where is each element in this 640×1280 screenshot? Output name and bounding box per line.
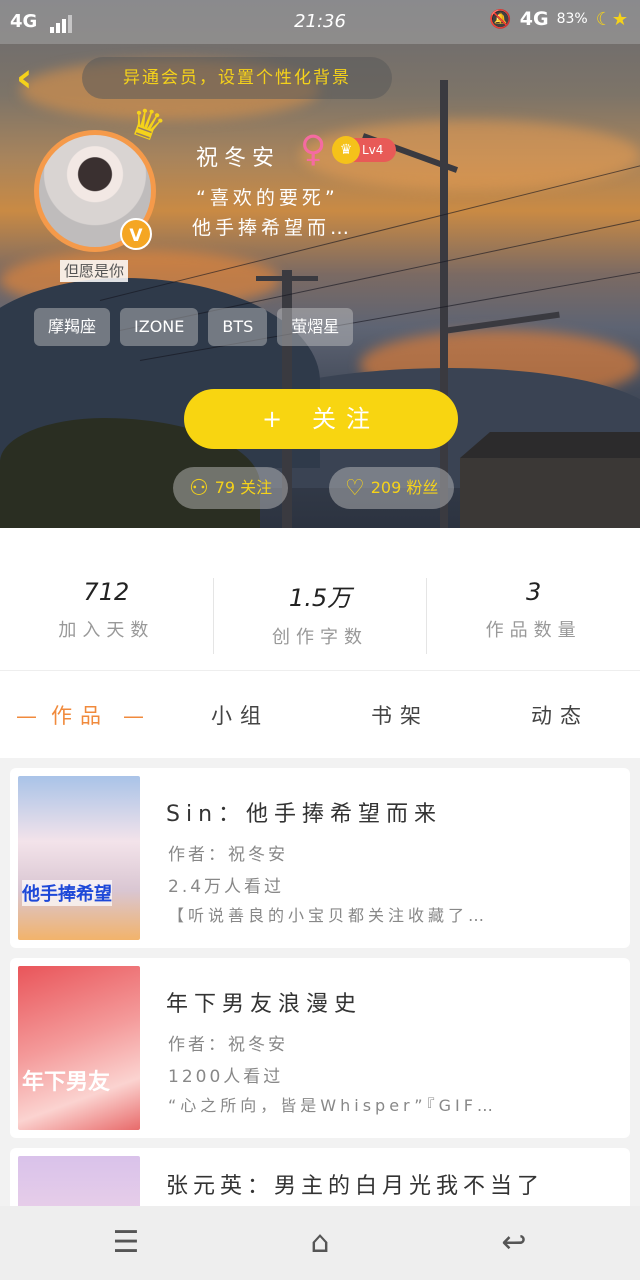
medal-icon: ♛: [332, 136, 360, 164]
work-title[interactable]: 年下男友浪漫史: [166, 986, 362, 1018]
cover-title: 他手捧希望: [22, 880, 112, 906]
signature-line-2: 他手捧希望而…: [192, 217, 354, 239]
work-card[interactable]: 张元英：男主的白月光我不当了: [10, 1148, 630, 1206]
stat-word-count: 1.5万 创作字数: [214, 578, 428, 654]
tab-activity[interactable]: 动态: [480, 700, 640, 730]
status-right: 🔕 4G 83% ☾★: [489, 8, 628, 30]
tab-bookshelf[interactable]: 书架: [320, 700, 480, 730]
stat-label: 加入天数: [58, 620, 155, 641]
battery-level: 83%: [556, 11, 588, 27]
interest-tags: 摩羯座 IZONE BTS 萤熠星: [34, 308, 354, 346]
heart-icon: ♡: [345, 475, 365, 501]
follow-button[interactable]: + 关注: [184, 389, 458, 449]
work-views: 2.4万人看过: [168, 877, 285, 897]
signature-line-1: “喜欢的要死”: [196, 187, 339, 209]
work-description: 【听说善良的小宝贝都关注收藏了…: [168, 906, 489, 925]
female-gender-icon: ♀: [300, 129, 327, 170]
interest-tag[interactable]: 摩羯座: [34, 308, 111, 346]
back-button[interactable]: ‹: [16, 58, 52, 98]
follow-label: 关注: [312, 405, 381, 433]
cover-title: 年下男友: [22, 1070, 111, 1095]
interest-tag[interactable]: BTS: [208, 308, 268, 346]
network-type-right: 4G: [519, 8, 549, 30]
stat-label: 创作字数: [272, 627, 368, 648]
level-badge: ♛ Lv4: [332, 136, 396, 164]
home-icon[interactable]: ⌂: [280, 1206, 360, 1280]
work-description: “心之所向，皆是Whisper”『GIF…: [168, 1096, 497, 1115]
stat-label: 作品数量: [485, 620, 582, 641]
interest-tag[interactable]: 萤熠星: [277, 308, 354, 346]
work-card[interactable]: 他手捧希望 Sin：他手捧希望而来 作者：祝冬安 2.4万人看过 【听说善良的小…: [10, 768, 630, 948]
following-count: 79 关注: [214, 478, 273, 497]
stat-value: 712: [83, 578, 130, 606]
work-cover-image[interactable]: 他手捧希望: [18, 776, 140, 940]
set-background-button[interactable]: 异通会员，设置个性化背景: [82, 57, 392, 99]
stat-join-days: 712 加入天数: [0, 578, 214, 654]
profile-tabs: 作品 小组 书架 动态: [0, 670, 640, 758]
plus-icon: +: [261, 405, 283, 433]
interest-tag[interactable]: IZONE: [120, 308, 199, 346]
work-views: 1200人看过: [168, 1067, 284, 1087]
profile-motto: 但愿是你: [60, 260, 129, 282]
level-text: Lv4: [362, 143, 384, 157]
verified-badge-icon: V: [120, 218, 152, 250]
status-bar: 4G 21:36 🔕 4G 83% ☾★: [0, 0, 640, 44]
tab-groups[interactable]: 小组: [160, 700, 320, 730]
work-author: 作者：祝冬安: [168, 1035, 288, 1055]
work-title[interactable]: Sin：他手捧希望而来: [166, 796, 442, 828]
profile-stats: 712 加入天数 1.5万 创作字数 3 作品数量: [0, 528, 640, 670]
back-nav-icon[interactable]: ↩: [474, 1206, 554, 1280]
stat-value: 1.5万: [288, 584, 352, 612]
following-count-button[interactable]: ⚇ 79 关注: [173, 467, 289, 509]
battery-icon: ☾★: [595, 8, 628, 30]
fans-count-button[interactable]: ♡ 209 粉丝: [329, 467, 455, 509]
work-cover-image[interactable]: [18, 1156, 140, 1206]
tab-works[interactable]: 作品: [0, 700, 160, 730]
mute-icon: 🔕: [489, 8, 512, 30]
system-nav-bar: ☰ ⌂ ↩: [0, 1206, 640, 1280]
chevron-left-icon: ‹: [16, 55, 33, 101]
stat-works-count: 3 作品数量: [427, 578, 640, 654]
work-card[interactable]: 年下男友 年下男友浪漫史 作者：祝冬安 1200人看过 “心之所向，皆是Whis…: [10, 958, 630, 1138]
profile-signature: “喜欢的要死” 他手捧希望而…: [192, 183, 353, 243]
work-title[interactable]: 张元英：男主的白月光我不当了: [166, 1168, 544, 1200]
add-user-icon: ⚇: [189, 475, 209, 501]
stat-value: 3: [526, 578, 542, 606]
works-list[interactable]: 他手捧希望 Sin：他手捧希望而来 作者：祝冬安 2.4万人看过 【听说善良的小…: [0, 758, 640, 1206]
work-author: 作者：祝冬安: [168, 845, 288, 865]
work-cover-image[interactable]: 年下男友: [18, 966, 140, 1130]
fans-count: 209 粉丝: [370, 478, 439, 497]
profile-name: 祝冬安: [196, 146, 281, 171]
menu-icon[interactable]: ☰: [86, 1206, 166, 1280]
